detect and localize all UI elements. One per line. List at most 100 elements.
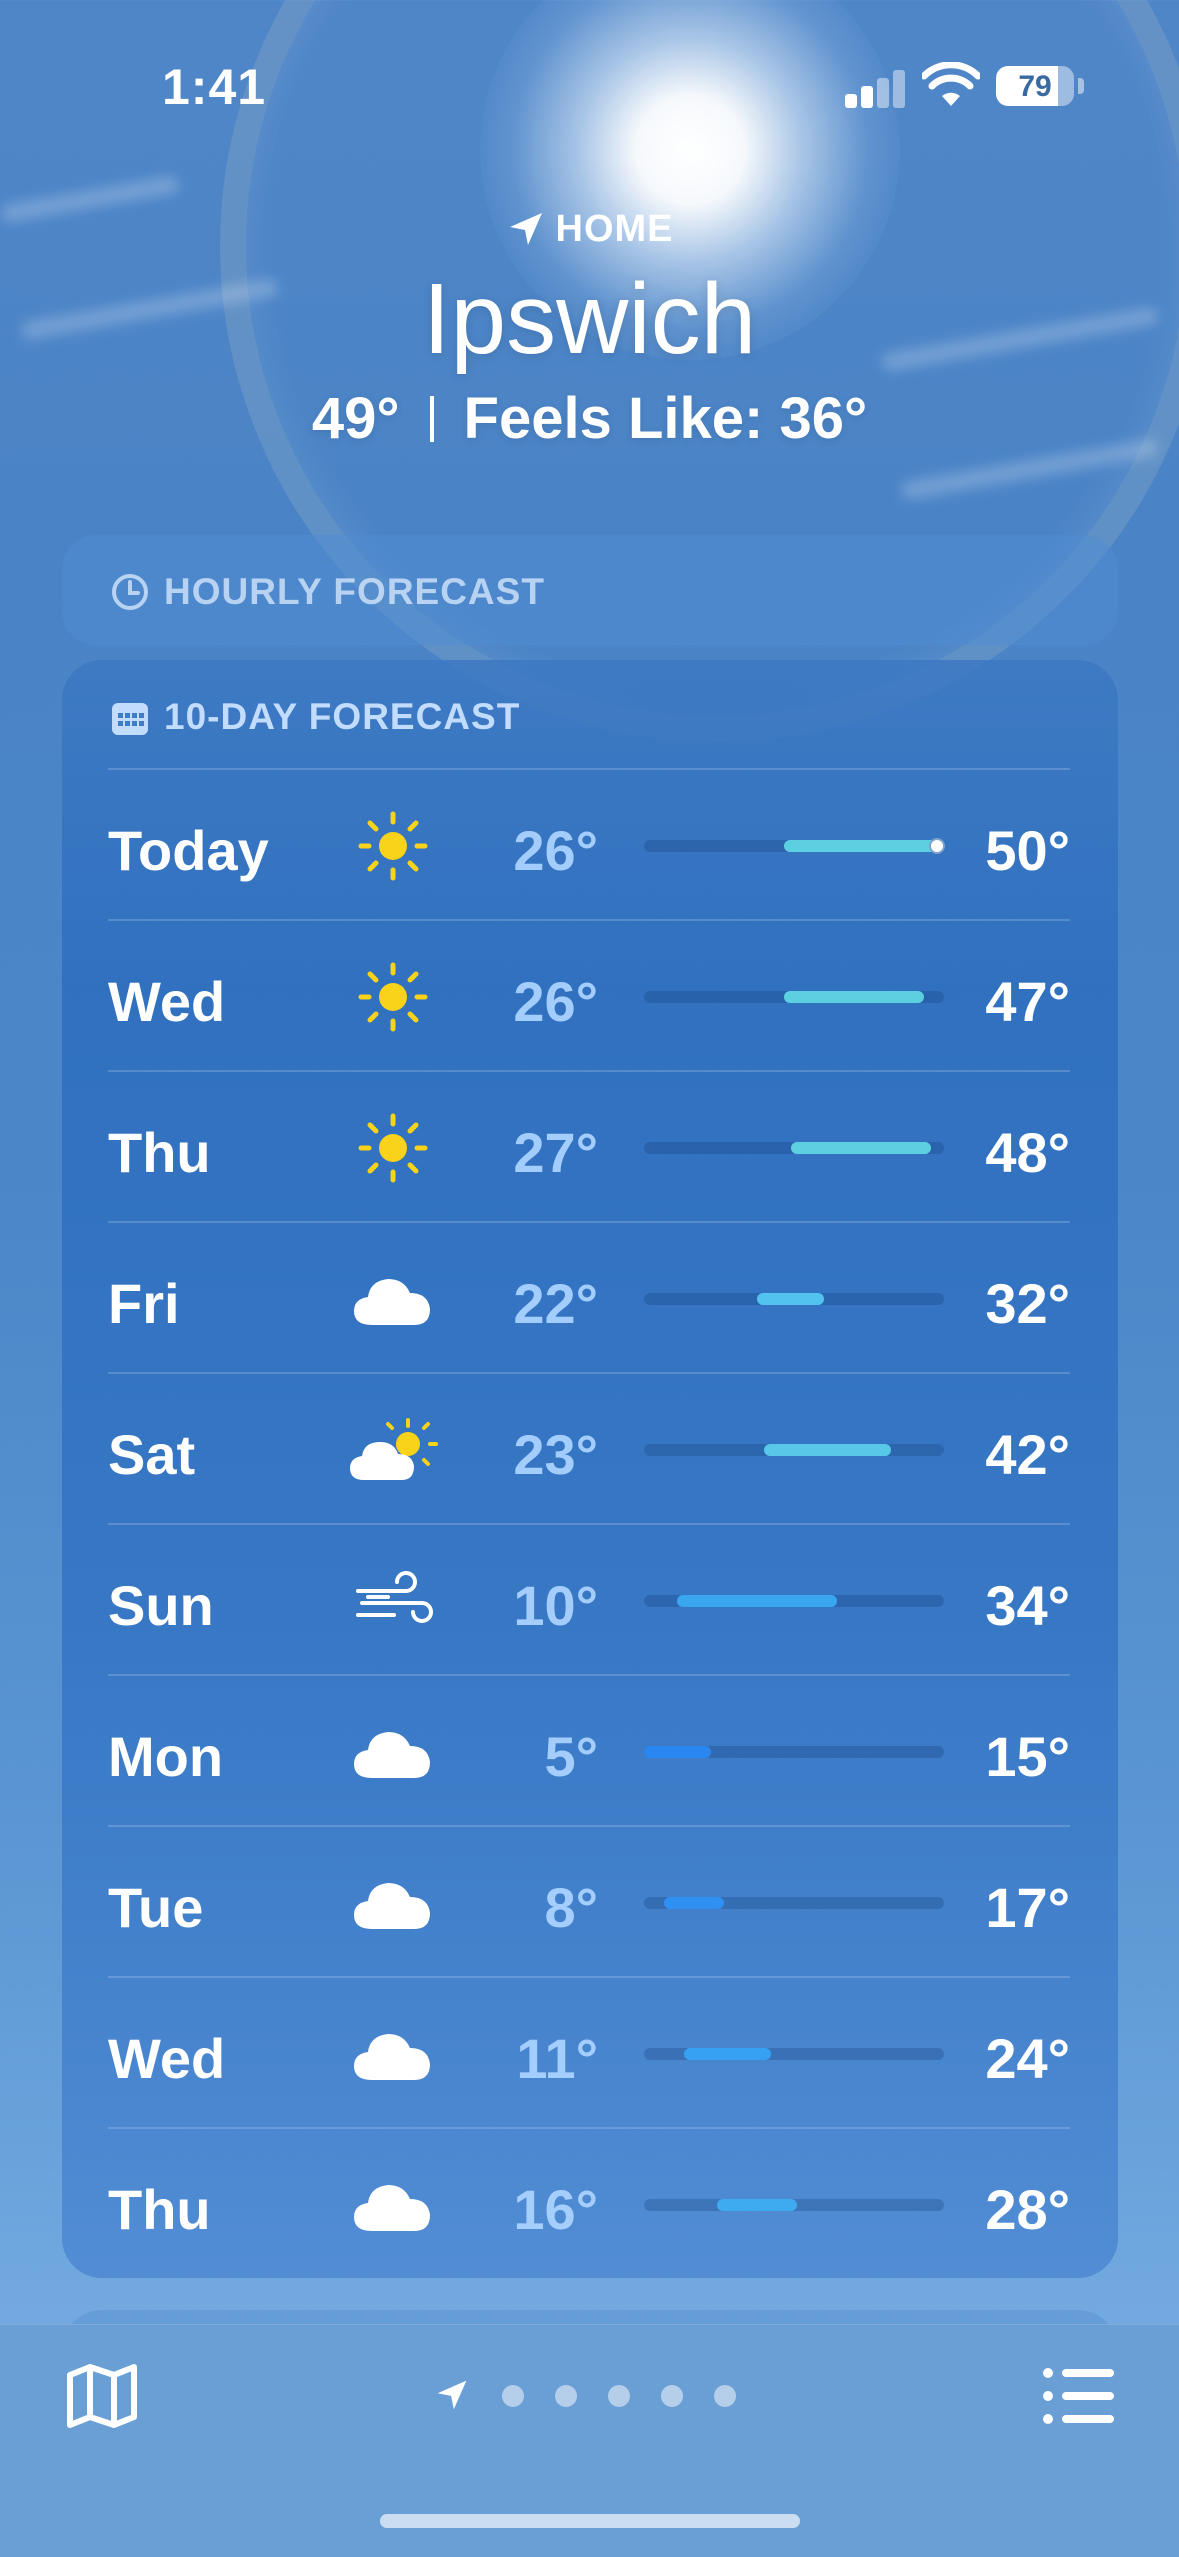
temperature-range-bar — [784, 991, 924, 1003]
cloud-icon — [348, 1261, 438, 1337]
forecast-day: Tue — [108, 1876, 204, 1939]
ten-day-forecast-title: 10-DAY FORECAST — [164, 696, 521, 737]
page-dot[interactable] — [714, 2385, 736, 2407]
forecast-day: Thu — [108, 1121, 211, 1184]
forecast-low: 23° — [513, 1423, 598, 1486]
forecast-day: Today — [108, 819, 269, 882]
cellular-signal-icon — [845, 68, 909, 108]
temperature-range-track — [644, 1595, 944, 1607]
hourly-forecast-header: HOURLY FORECAST — [110, 571, 545, 613]
current-conditions: 49° Feels Like: 36° — [0, 385, 1179, 452]
temperature-range-track — [644, 2048, 944, 2060]
page-dot[interactable] — [661, 2385, 683, 2407]
forecast-high: 17° — [985, 1876, 1070, 1939]
forecast-row-tue[interactable]: Tue 8° 17° — [108, 1825, 1070, 1977]
cloud-icon — [348, 2016, 438, 2092]
location-label-text: HOME — [555, 208, 674, 250]
wind-icon — [348, 1563, 438, 1639]
ten-day-forecast-card[interactable]: 10-DAY FORECAST Today 26° 50° Wed 26° 47° Thu 2… — [62, 660, 1118, 2278]
temperature-range-bar — [757, 1293, 824, 1305]
cloud-icon — [348, 2167, 438, 2243]
forecast-row-sun[interactable]: Sun 10° 34° — [108, 1523, 1070, 1675]
cloud-icon — [348, 1714, 438, 1790]
ten-day-forecast-header: 10-DAY FORECAST — [110, 696, 520, 738]
forecast-row-wed[interactable]: Wed 11° 24° — [108, 1976, 1070, 2128]
forecast-high: 28° — [985, 2178, 1070, 2241]
forecast-low: 8° — [544, 1876, 598, 1939]
temperature-range-bar — [784, 840, 944, 852]
forecast-low: 11° — [516, 2027, 598, 2090]
feels-like: Feels Like: 36° — [463, 386, 868, 451]
city-name: Ipswich — [422, 263, 757, 375]
list-icon[interactable] — [1040, 2363, 1116, 2429]
forecast-day: Wed — [108, 2027, 226, 2090]
hourly-forecast-card[interactable]: HOURLY FORECAST — [62, 535, 1118, 645]
forecast-high: 24° — [985, 2027, 1070, 2090]
current-temperature-dot — [929, 838, 946, 854]
forecast-low: 22° — [513, 1272, 598, 1335]
cloud-icon — [348, 1865, 438, 1941]
forecast-high: 32° — [985, 1272, 1070, 1335]
forecast-low: 27° — [513, 1121, 598, 1184]
battery-level: 79 — [1018, 70, 1052, 103]
temperature-range-track — [644, 1293, 944, 1305]
forecast-high: 15° — [985, 1725, 1070, 1788]
page-dot[interactable] — [502, 2385, 524, 2407]
map-icon[interactable] — [64, 2361, 140, 2431]
temperature-range-track — [644, 991, 944, 1003]
forecast-row-thu[interactable]: Thu 27° 48° — [108, 1070, 1070, 1222]
forecast-day: Thu — [108, 2178, 211, 2241]
home-indicator[interactable] — [380, 2514, 800, 2528]
forecast-low: 5° — [544, 1725, 598, 1788]
temperature-range-track — [644, 1444, 944, 1456]
current-temperature: 49° — [311, 386, 400, 451]
forecast-row-fri[interactable]: Fri 22° 32° — [108, 1221, 1070, 1373]
forecast-high: 34° — [985, 1574, 1070, 1637]
temperature-range-bar — [684, 2048, 771, 2060]
status-bar: 1:41 79 — [0, 54, 1179, 118]
temperature-range-bar — [790, 1142, 931, 1154]
sun-icon — [348, 959, 438, 1035]
forecast-row-mon[interactable]: Mon 5° 15° — [108, 1674, 1070, 1826]
forecast-day: Sun — [108, 1574, 214, 1637]
hourly-forecast-title: HOURLY FORECAST — [164, 571, 545, 612]
location-arrow-icon — [437, 2380, 467, 2410]
forecast-day: Fri — [108, 1272, 180, 1335]
forecast-row-thu[interactable]: Thu 16° 28° — [108, 2127, 1070, 2279]
temperature-range-bar — [677, 1595, 838, 1607]
forecast-row-sat[interactable]: Sat 23° 42° — [108, 1372, 1070, 1524]
page-dot[interactable] — [555, 2385, 577, 2407]
temperature-range-track — [644, 838, 946, 854]
forecast-low: 16° — [513, 2178, 598, 2241]
forecast-row-wed[interactable]: Wed 26° 47° — [108, 919, 1070, 1071]
location-label: HOME — [0, 208, 1179, 251]
forecast-day: Sat — [108, 1423, 196, 1486]
battery-tip — [1078, 78, 1084, 94]
status-time: 1:41 — [162, 59, 267, 115]
divider — [429, 396, 434, 442]
battery-indicator: 79 — [996, 66, 1074, 106]
temperature-range-bar — [664, 1897, 724, 1909]
temperature-range-track — [644, 1142, 944, 1154]
forecast-day: Wed — [108, 970, 226, 1033]
forecast-low: 10° — [513, 1574, 598, 1637]
page-dot[interactable] — [608, 2385, 630, 2407]
forecast-low: 26° — [513, 970, 598, 1033]
forecast-high: 48° — [985, 1121, 1070, 1184]
forecast-row-today[interactable]: Today 26° 50° — [108, 768, 1070, 920]
temperature-range-track — [644, 2199, 944, 2211]
location-arrow-icon — [509, 213, 542, 245]
wifi-icon — [922, 62, 980, 106]
temperature-range-bar — [644, 1746, 711, 1758]
forecast-high: 50° — [985, 819, 1070, 882]
partly-cloudy-icon — [348, 1412, 438, 1488]
temperature-range-bar — [717, 2199, 798, 2211]
calendar-icon — [112, 703, 148, 735]
sun-icon — [348, 808, 438, 884]
clock-icon — [112, 574, 148, 610]
forecast-high: 47° — [985, 970, 1070, 1033]
forecast-low: 26° — [513, 819, 598, 882]
temperature-range-track — [644, 1897, 944, 1909]
forecast-high: 42° — [985, 1423, 1070, 1486]
temperature-range-track — [644, 1746, 944, 1758]
